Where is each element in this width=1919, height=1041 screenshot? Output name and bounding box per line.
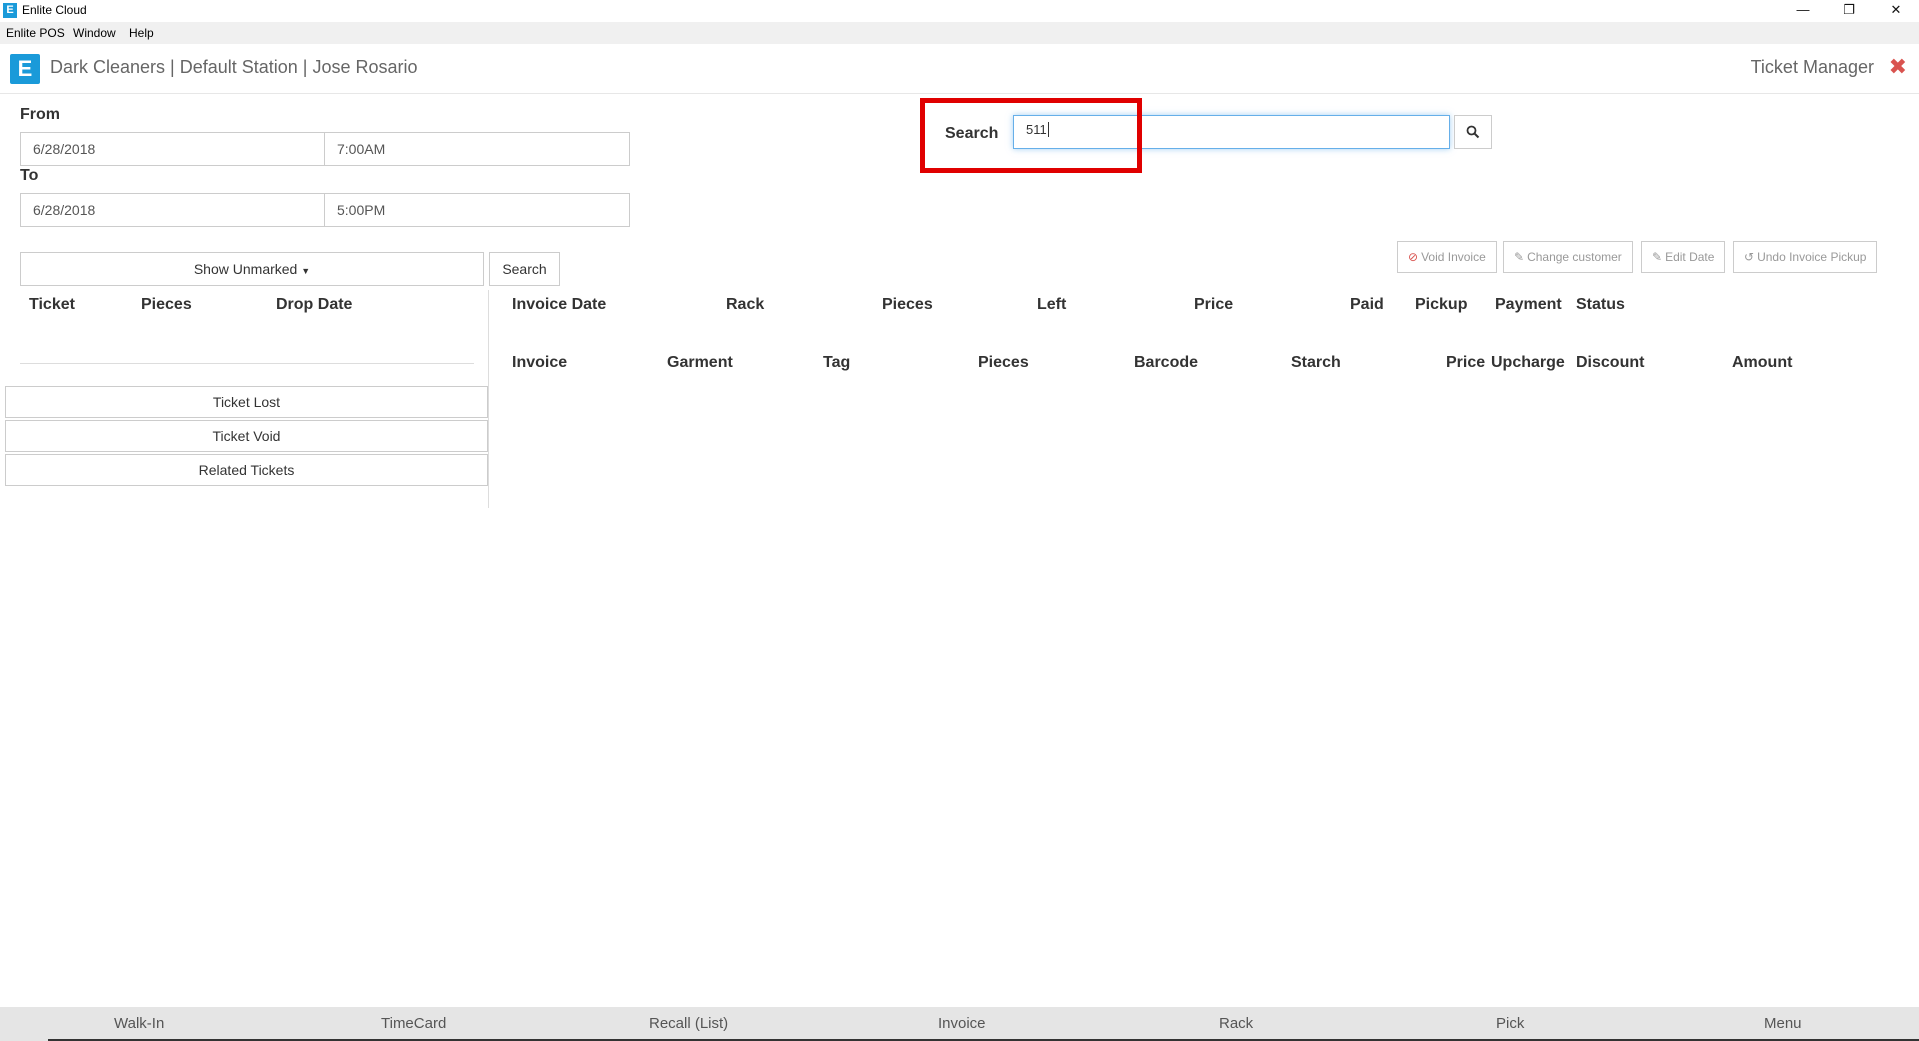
edit-date-label: Edit Date xyxy=(1665,250,1715,264)
window-title: Enlite Cloud xyxy=(22,3,87,17)
nav-recall-list[interactable]: Recall (List) xyxy=(649,1015,728,1032)
filter-search-button[interactable]: Search xyxy=(489,252,560,286)
col-payment[interactable]: Payment xyxy=(1495,296,1562,314)
from-date-field[interactable]: 6/28/2018 xyxy=(20,132,325,166)
col-pieces[interactable]: Pieces xyxy=(141,296,192,314)
nav-timecard[interactable]: TimeCard xyxy=(381,1015,446,1032)
minimize-icon[interactable]: — xyxy=(1780,0,1826,22)
menu-enlite-pos[interactable]: Enlite POS xyxy=(6,26,65,40)
ticket-void-button[interactable]: Ticket Void xyxy=(5,420,488,452)
col-ticket[interactable]: Ticket xyxy=(29,296,75,314)
col-pickup[interactable]: Pickup xyxy=(1415,296,1467,314)
nav-menu[interactable]: Menu xyxy=(1764,1015,1802,1032)
from-time-field[interactable]: 7:00AM xyxy=(324,132,630,166)
show-unmarked-label: Show Unmarked xyxy=(193,261,298,277)
col-amount[interactable]: Amount xyxy=(1732,354,1792,372)
col-drop-date[interactable]: Drop Date xyxy=(276,296,352,314)
nav-rack[interactable]: Rack xyxy=(1219,1015,1253,1032)
edit-date-icon: ✎ xyxy=(1652,250,1663,264)
col-garment-price[interactable]: Price xyxy=(1446,354,1485,372)
ticket-lost-button[interactable]: Ticket Lost xyxy=(5,386,488,418)
edit-icon: ✎ xyxy=(1514,250,1525,264)
search-icon xyxy=(1466,125,1480,139)
to-time-field[interactable]: 5:00PM xyxy=(324,193,630,227)
menubar: Enlite POS Window Help xyxy=(0,22,1919,44)
undo-pickup-button[interactable]: ↺ Undo Invoice Pickup xyxy=(1733,241,1878,273)
ticket-table-divider xyxy=(20,363,474,364)
edit-date-button[interactable]: ✎ Edit Date xyxy=(1641,241,1726,273)
window-close-icon[interactable]: ✕ xyxy=(1873,0,1919,22)
search-button[interactable] xyxy=(1454,115,1492,149)
col-status[interactable]: Status xyxy=(1576,296,1625,314)
window-titlebar: E Enlite Cloud — ❐ ✕ xyxy=(0,0,1919,22)
to-date-field[interactable]: 6/28/2018 xyxy=(20,193,325,227)
panel-divider xyxy=(488,290,489,508)
col-invoice-date[interactable]: Invoice Date xyxy=(512,296,606,314)
nav-walk-in[interactable]: Walk-In xyxy=(114,1015,164,1032)
close-icon[interactable]: ✖ xyxy=(1889,54,1907,80)
col-starch[interactable]: Starch xyxy=(1291,354,1341,372)
app-header: E Dark Cleaners | Default Station | Jose… xyxy=(0,44,1919,94)
from-label: From xyxy=(20,106,60,123)
menu-help[interactable]: Help xyxy=(129,26,154,40)
page-title: Ticket Manager xyxy=(1750,57,1874,77)
menu-window[interactable]: Window xyxy=(73,26,116,40)
show-unmarked-dropdown[interactable]: Show Unmarked ▼ xyxy=(20,252,484,286)
related-tickets-button[interactable]: Related Tickets xyxy=(5,454,488,486)
change-customer-label: Change customer xyxy=(1527,250,1622,264)
col-invoice[interactable]: Invoice xyxy=(512,354,567,372)
nav-pick[interactable]: Pick xyxy=(1496,1015,1524,1032)
col-rack[interactable]: Rack xyxy=(726,296,764,314)
col-tag[interactable]: Tag xyxy=(823,354,850,372)
change-customer-button[interactable]: ✎ Change customer xyxy=(1503,241,1633,273)
col-left[interactable]: Left xyxy=(1037,296,1066,314)
breadcrumb: Dark Cleaners | Default Station | Jose R… xyxy=(50,57,418,77)
nav-invoice[interactable]: Invoice xyxy=(938,1015,986,1032)
undo-icon: ↺ xyxy=(1744,250,1755,264)
caret-down-icon: ▼ xyxy=(301,266,311,276)
undo-pickup-label: Undo Invoice Pickup xyxy=(1757,250,1867,264)
col-discount[interactable]: Discount xyxy=(1576,354,1644,372)
col-garment-pieces[interactable]: Pieces xyxy=(978,354,1029,372)
enlite-logo: E xyxy=(10,54,40,84)
highlight-box xyxy=(920,98,1142,173)
col-barcode[interactable]: Barcode xyxy=(1134,354,1198,372)
col-garment[interactable]: Garment xyxy=(667,354,733,372)
void-invoice-button[interactable]: ⊘ Void Invoice xyxy=(1397,241,1497,273)
col-upcharge[interactable]: Upcharge xyxy=(1491,354,1565,372)
ban-icon: ⊘ xyxy=(1408,250,1419,264)
void-invoice-label: Void Invoice xyxy=(1421,250,1486,264)
col-price[interactable]: Price xyxy=(1194,296,1233,314)
app-icon: E xyxy=(3,3,17,18)
bottom-nav: Walk-In TimeCard Recall (List) Invoice R… xyxy=(0,1007,1919,1041)
restore-icon[interactable]: ❐ xyxy=(1826,0,1872,22)
col-invoice-pieces[interactable]: Pieces xyxy=(882,296,933,314)
to-label: To xyxy=(20,167,39,184)
col-paid[interactable]: Paid xyxy=(1350,296,1384,314)
